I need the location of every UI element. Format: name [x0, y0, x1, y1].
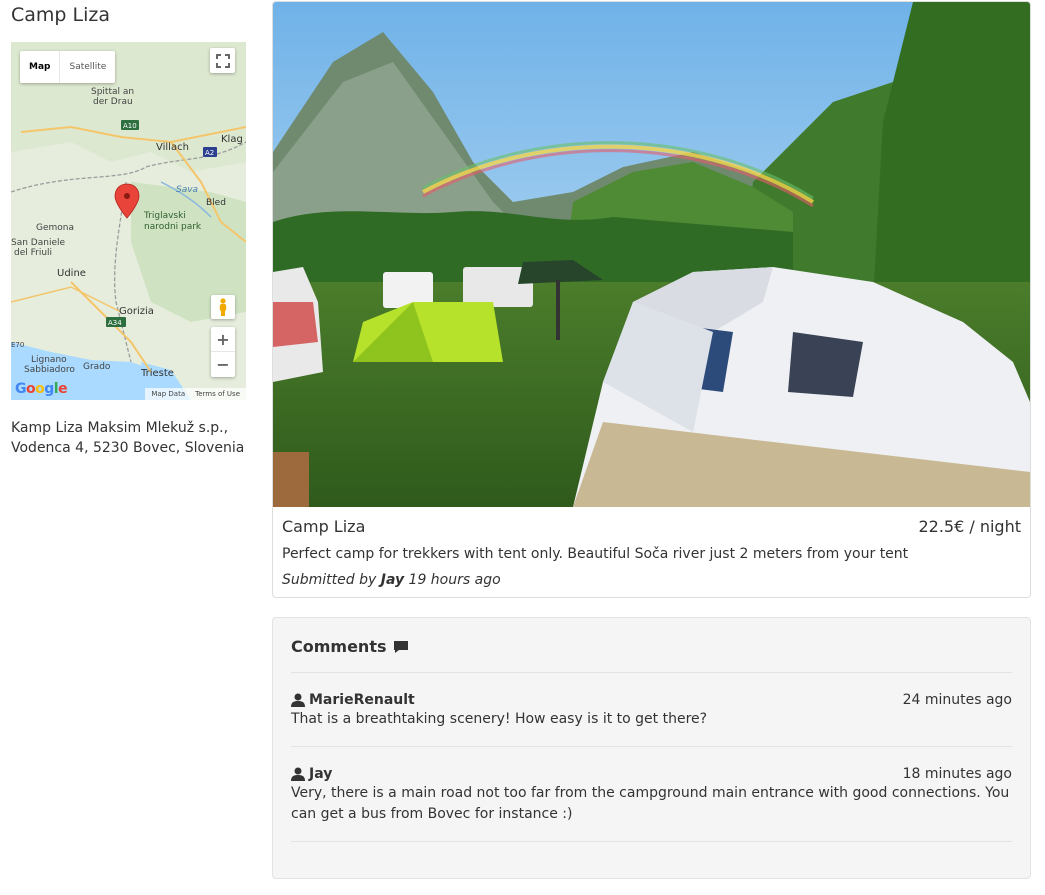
comment-author-name: MarieRenault [309, 692, 415, 708]
fullscreen-icon [215, 53, 230, 68]
main-content: Camp Liza 22.5€ / night Perfect camp for… [272, 1, 1031, 879]
svg-text:narodni park: narodni park [144, 222, 202, 232]
svg-text:A34: A34 [108, 319, 122, 327]
svg-text:Lignano: Lignano [31, 355, 67, 365]
google-logo: Google [15, 381, 68, 397]
map-type-map-button[interactable]: Map [20, 51, 61, 83]
svg-text:Spittal an: Spittal an [91, 87, 134, 97]
divider [291, 841, 1012, 842]
camp-caption: Camp Liza 22.5€ / night Perfect camp for… [273, 507, 1030, 597]
comment-text: That is a breathtaking scenery! How easy… [291, 711, 708, 727]
terms-of-use-link[interactable]: Terms of Use [195, 390, 240, 398]
sidebar: Camp Liza Spittal an der Drau A10 Villac… [11, 0, 247, 458]
camp-photo [273, 2, 1030, 507]
svg-text:A2: A2 [205, 149, 214, 157]
camp-title: Camp Liza [282, 517, 366, 536]
camp-description: Perfect camp for trekkers with tent only… [282, 546, 909, 562]
svg-text:Triglavski: Triglavski [143, 211, 186, 221]
map-type-control: Map Satellite [20, 51, 116, 83]
svg-text:Trieste: Trieste [140, 368, 174, 379]
svg-text:E70: E70 [11, 341, 24, 349]
street-view-button[interactable] [211, 295, 235, 319]
svg-text:Gorizia: Gorizia [119, 306, 154, 317]
map-type-satellite-button[interactable]: Satellite [60, 51, 115, 83]
comments-panel: Comments MarieRenault 24 minutes ago Tha… [272, 617, 1031, 879]
comments-heading: Comments [291, 637, 1012, 656]
submitted-by: Submitted by Jay 19 hours ago [282, 572, 1021, 588]
submitted-author: Jay [380, 572, 405, 588]
svg-text:Villach: Villach [156, 142, 189, 153]
map-data-link[interactable]: Map Data [151, 390, 185, 398]
fullscreen-button[interactable] [210, 48, 235, 73]
svg-text:del Friuli: del Friuli [14, 248, 52, 258]
svg-text:Bled: Bled [206, 198, 226, 208]
svg-text:Udine: Udine [57, 268, 86, 279]
comment-text: Very, there is a main road not too far f… [291, 785, 1010, 822]
submitted-prefix: Submitted by [282, 572, 377, 588]
location-map[interactable]: Spittal an der Drau A10 Villach Klag A2 … [11, 42, 246, 400]
svg-text:A10: A10 [123, 122, 137, 130]
user-icon [291, 693, 305, 707]
svg-text:Gemona: Gemona [36, 223, 74, 233]
comment-time: 18 minutes ago [902, 766, 1012, 782]
svg-text:San Daniele: San Daniele [11, 238, 65, 248]
comment-author-name: Jay [309, 766, 333, 782]
svg-text:der Drau: der Drau [93, 97, 133, 107]
zoom-control: + − [211, 327, 235, 377]
svg-text:Sava: Sava [176, 185, 198, 195]
zoom-out-button[interactable]: − [211, 352, 235, 377]
comment-item: MarieRenault 24 minutes ago That is a br… [291, 673, 1012, 730]
svg-text:Klag: Klag [221, 134, 243, 145]
comment-author: Jay [291, 766, 332, 782]
camp-card: Camp Liza 22.5€ / night Perfect camp for… [272, 1, 1031, 598]
svg-text:Sabbiadoro: Sabbiadoro [24, 365, 75, 375]
comment-item: Jay 18 minutes ago Very, there is a main… [291, 747, 1012, 825]
camp-address: Kamp Liza Maksim Mlekuž s.p., Vodenca 4,… [11, 420, 245, 456]
comment-icon [393, 640, 408, 653]
map-footer: Map Data Terms of Use [145, 388, 246, 400]
svg-text:Grado: Grado [83, 362, 111, 372]
zoom-in-button[interactable]: + [211, 327, 235, 352]
comment-time: 24 minutes ago [902, 692, 1012, 708]
comment-author: MarieRenault [291, 692, 415, 708]
pegman-icon [219, 298, 227, 316]
comments-title: Comments [291, 637, 387, 656]
sidebar-camp-heading: Camp Liza [11, 4, 110, 26]
user-icon [291, 767, 305, 781]
camp-price: 22.5€ / night [918, 517, 1021, 536]
submitted-time: 19 hours ago [408, 572, 501, 588]
